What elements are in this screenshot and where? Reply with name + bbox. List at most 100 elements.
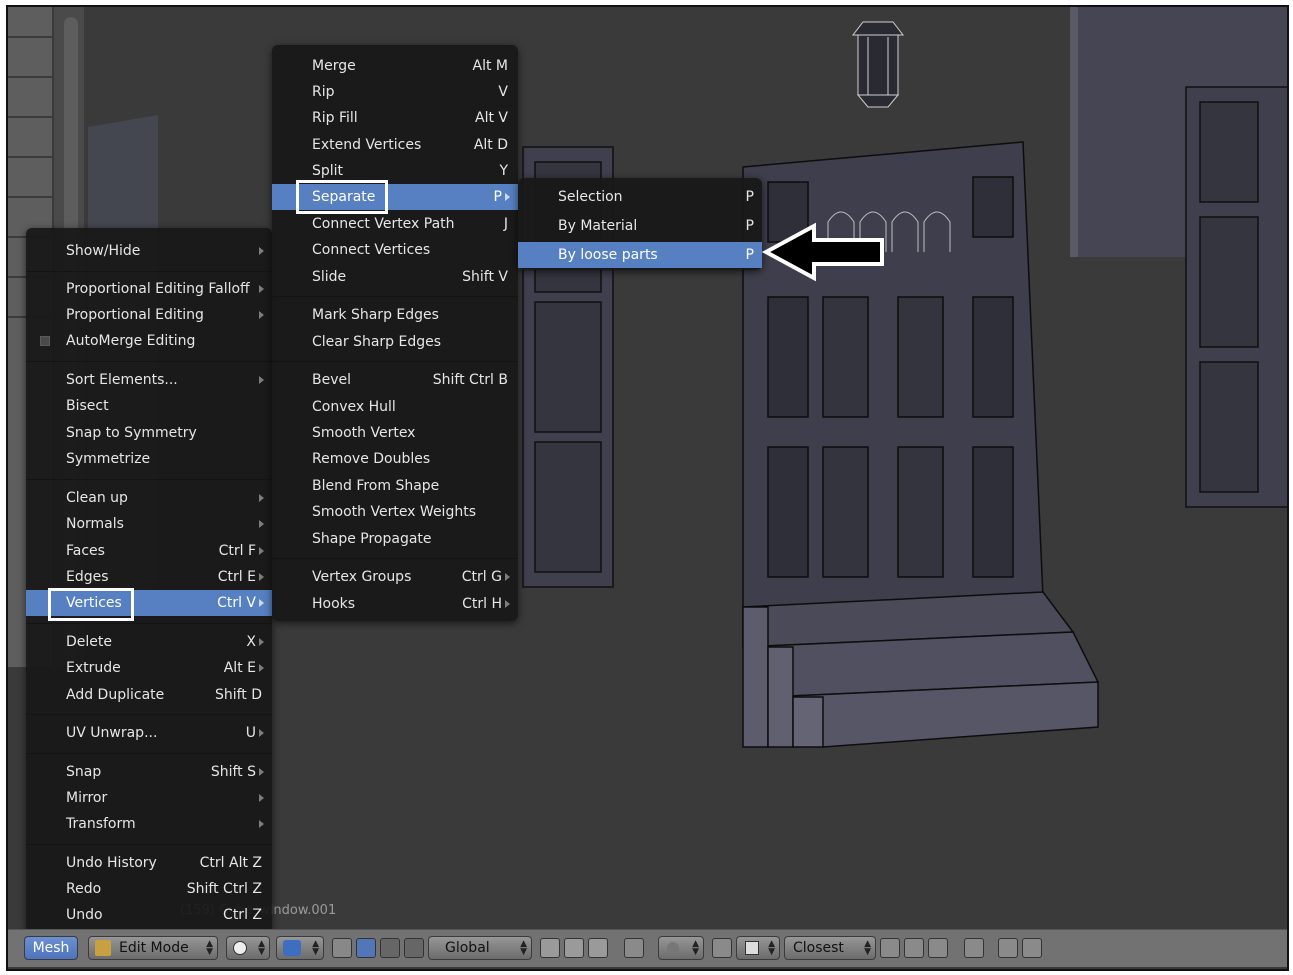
menu-item-split[interactable]: Split Y xyxy=(272,158,518,184)
render-camera-icon[interactable] xyxy=(998,938,1018,958)
copy-icon[interactable] xyxy=(964,938,984,958)
pivot-dropdown[interactable]: ▲ ▼ xyxy=(276,936,324,960)
menu-item-clean-up[interactable]: Clean up xyxy=(26,485,272,511)
snap-align-icon[interactable] xyxy=(880,938,900,958)
menu-item-label: Sort Elements... xyxy=(66,372,178,388)
menu-item-connect-vertex-path[interactable]: Connect Vertex Path J xyxy=(272,211,518,237)
limit-selection-icon[interactable] xyxy=(624,938,644,958)
scale-manipulator-icon[interactable] xyxy=(404,938,424,958)
menu-item-symmetrize[interactable]: Symmetrize xyxy=(26,446,272,472)
submenu-arrow-icon xyxy=(256,785,266,811)
menu-item-show-hide[interactable]: Show/Hide xyxy=(26,238,272,264)
menu-item-add-duplicate[interactable]: Add Duplicate Shift D xyxy=(26,682,272,708)
menu-item-bevel[interactable]: Bevel Shift Ctrl B xyxy=(272,367,518,393)
dropdown-arrows-icon: ▲ ▼ xyxy=(520,939,527,957)
orientation-dropdown[interactable]: Global ▲ ▼ xyxy=(428,936,532,960)
menu-item-shortcut: P xyxy=(493,189,502,205)
menu-item-mark-sharp-edges[interactable]: Mark Sharp Edges xyxy=(272,302,518,328)
mesh-menu-button[interactable]: Mesh xyxy=(24,936,78,960)
menu-item-rip[interactable]: Rip V xyxy=(272,79,518,105)
vertex-select-icon[interactable] xyxy=(540,938,560,958)
submenu-arrow-icon xyxy=(502,591,512,617)
menu-item-separate[interactable]: Separate P xyxy=(272,184,518,210)
submenu-arrow-icon xyxy=(502,564,512,590)
menu-item-convex-hull[interactable]: Convex Hull xyxy=(272,394,518,420)
menu-item-sort-elements[interactable]: Sort Elements... xyxy=(26,367,272,393)
menu-item-delete[interactable]: Delete X xyxy=(26,629,272,655)
translate-manipulator-icon[interactable] xyxy=(356,938,376,958)
menu-item-uv-unwrap[interactable]: UV Unwrap... U xyxy=(26,720,272,746)
menu-item-smooth-vertex[interactable]: Smooth Vertex xyxy=(272,420,518,446)
menu-item-extrude[interactable]: Extrude Alt E xyxy=(26,655,272,681)
menu-item-blend-from-shape[interactable]: Blend From Shape xyxy=(272,473,518,499)
menu-item-proportional-editing-falloff[interactable]: Proportional Editing Falloff xyxy=(26,276,272,302)
menu-item-bisect[interactable]: Bisect xyxy=(26,393,272,419)
menu-item-connect-vertices[interactable]: Connect Vertices xyxy=(272,237,518,263)
checkbox-icon[interactable] xyxy=(40,336,50,346)
menu-item-by-material[interactable]: By Material P xyxy=(518,213,762,239)
snap-element-icon xyxy=(745,941,759,955)
snap-element-dropdown[interactable]: ▲ ▼ xyxy=(736,936,780,960)
menu-item-vertices[interactable]: Vertices Ctrl V xyxy=(26,590,272,616)
menu-item-faces[interactable]: Faces Ctrl F xyxy=(26,538,272,564)
snap-toggle-icon[interactable] xyxy=(712,938,732,958)
menu-item-vertex-groups[interactable]: Vertex Groups Ctrl G xyxy=(272,564,518,590)
manipulator-toggle-icon[interactable] xyxy=(332,938,352,958)
menu-separator xyxy=(26,271,272,272)
menu-item-redo[interactable]: Redo Shift Ctrl Z xyxy=(26,876,272,902)
menu-item-hooks[interactable]: Hooks Ctrl H xyxy=(272,591,518,617)
mesh-menu-label: Mesh xyxy=(32,940,70,956)
menu-item-edges[interactable]: Edges Ctrl E xyxy=(26,564,272,590)
menu-item-label: Extrude xyxy=(66,660,121,676)
menu-item-label: Smooth Vertex xyxy=(312,425,416,441)
menu-item-undo[interactable]: Undo Ctrl Z xyxy=(26,902,272,928)
menu-item-slide[interactable]: Slide Shift V xyxy=(272,264,518,290)
menu-item-snap-to-symmetry[interactable]: Snap to Symmetry xyxy=(26,420,272,446)
submenu-arrow-icon xyxy=(256,564,266,590)
menu-item-mirror[interactable]: Mirror xyxy=(26,785,272,811)
shading-dropdown[interactable]: ▲ ▼ xyxy=(226,936,270,960)
menu-item-extend-vertices[interactable]: Extend Vertices Alt D xyxy=(272,132,518,158)
render-animation-icon[interactable] xyxy=(1022,938,1042,958)
face-select-icon[interactable] xyxy=(588,938,608,958)
menu-item-snap[interactable]: Snap Shift S xyxy=(26,759,272,785)
submenu-arrow-icon xyxy=(256,276,266,302)
menu-item-shape-propagate[interactable]: Shape Propagate xyxy=(272,526,518,552)
menu-item-label: Remove Doubles xyxy=(312,451,431,467)
menu-item-clear-sharp-edges[interactable]: Clear Sharp Edges xyxy=(272,329,518,355)
menu-item-rip-fill[interactable]: Rip Fill Alt V xyxy=(272,105,518,131)
menu-item-shortcut: Shift S xyxy=(210,764,256,780)
menu-item-label: Proportional Editing Falloff xyxy=(66,281,250,297)
menu-item-smooth-vertex-weights[interactable]: Smooth Vertex Weights xyxy=(272,499,518,525)
menu-item-proportional-editing[interactable]: Proportional Editing xyxy=(26,302,272,328)
menu-item-by-loose-parts[interactable]: By loose parts P xyxy=(518,242,762,268)
menu-item-label: Blend From Shape xyxy=(312,478,440,494)
menu-item-label: Extend Vertices xyxy=(312,137,422,153)
menu-item-shortcut: Ctrl G xyxy=(461,569,502,585)
menu-item-undo-history[interactable]: Undo History Ctrl Alt Z xyxy=(26,850,272,876)
solid-shading-icon xyxy=(233,941,247,955)
menu-item-transform[interactable]: Transform xyxy=(26,811,272,837)
mode-dropdown[interactable]: Edit Mode ▲ ▼ xyxy=(88,936,218,960)
menu-item-merge[interactable]: Merge Alt M xyxy=(272,53,518,79)
menu-separator xyxy=(26,479,272,480)
menu-item-shortcut: J xyxy=(503,216,508,232)
edge-select-icon[interactable] xyxy=(564,938,584,958)
snap-project-icon[interactable] xyxy=(904,938,924,958)
menu-item-normals[interactable]: Normals xyxy=(26,511,272,537)
menu-item-shortcut: V xyxy=(498,84,508,100)
dropdown-arrows-icon: ▲ ▼ xyxy=(768,939,775,957)
menu-separator xyxy=(26,361,272,362)
menu-item-shortcut: Shift Ctrl Z xyxy=(186,881,262,897)
snap-target-dropdown[interactable]: Closest ▲ ▼ xyxy=(784,936,876,960)
rotate-manipulator-icon[interactable] xyxy=(380,938,400,958)
menu-item-shortcut: U xyxy=(245,725,256,741)
menu-item-automerge-editing[interactable]: AutoMerge Editing xyxy=(26,328,272,354)
dropdown-arrows-icon: ▲ ▼ xyxy=(258,939,265,957)
menu-item-label: Clear Sharp Edges xyxy=(312,334,442,350)
menu-item-selection[interactable]: Selection P xyxy=(518,184,762,210)
proportional-edit-dropdown[interactable]: ▲ ▼ xyxy=(658,936,704,960)
menu-item-remove-doubles[interactable]: Remove Doubles xyxy=(272,446,518,472)
proportional-edit-icon xyxy=(667,942,679,954)
snap-self-icon[interactable] xyxy=(928,938,948,958)
